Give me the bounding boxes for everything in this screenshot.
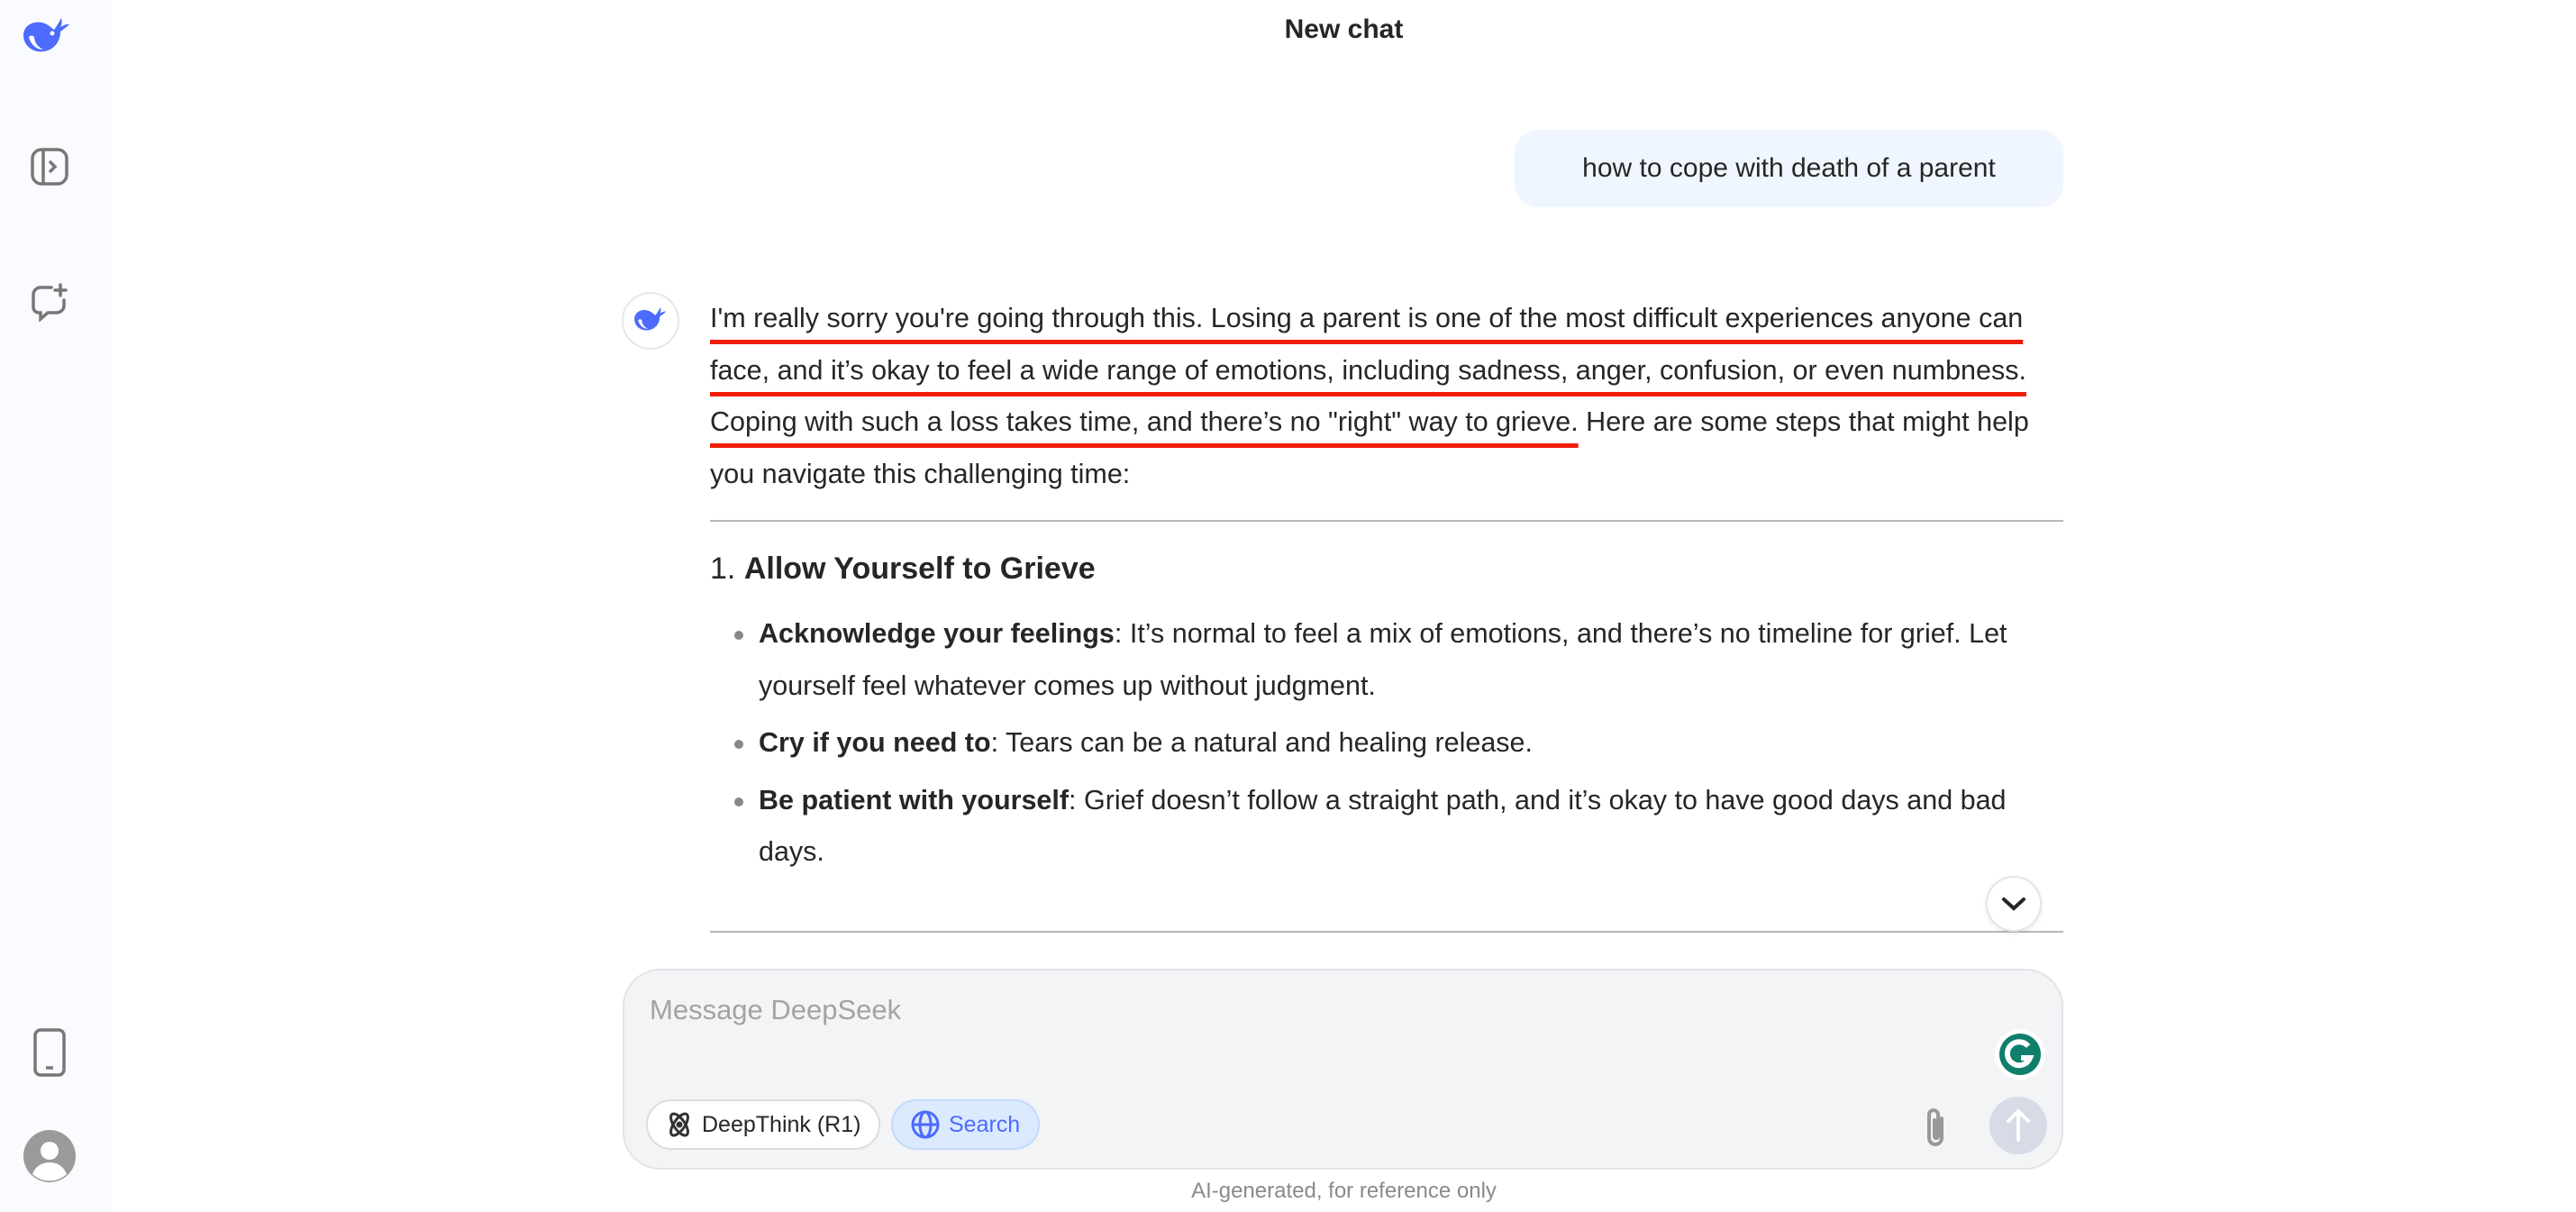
- user-avatar-icon[interactable]: [22, 1128, 77, 1184]
- scroll-to-bottom-button[interactable]: [1986, 876, 2042, 932]
- answer-intro: I'm really sorry you're going through th…: [710, 303, 2029, 489]
- message-input[interactable]: Message DeepSeek: [650, 994, 901, 1026]
- mobile-app-icon[interactable]: [27, 1028, 72, 1077]
- list-item: Be patient with yourself: Grief doesn’t …: [734, 775, 2063, 879]
- atom-icon: [669, 1112, 689, 1137]
- new-chat-icon[interactable]: [27, 279, 72, 324]
- disclaimer: AI-generated, for reference only: [1191, 1179, 1497, 1203]
- divider: [710, 931, 2063, 933]
- section-heading: 1. Allow Yourself to Grieve: [710, 551, 1096, 586]
- send-button[interactable]: [1989, 1097, 2047, 1154]
- list-item: Cry if you need to: Tears can be a natur…: [734, 717, 2063, 770]
- deepseek-logo[interactable]: [18, 13, 76, 63]
- attach-file-button[interactable]: [1922, 1106, 1949, 1155]
- deepthink-button[interactable]: DeepThink (R1): [646, 1099, 881, 1150]
- user-message: how to cope with death of a parent: [1515, 130, 2063, 207]
- chevron-down-icon: [2002, 898, 2025, 911]
- sidebar: [0, 0, 112, 1212]
- search-button[interactable]: Search: [891, 1099, 1041, 1150]
- divider: [710, 520, 2063, 522]
- assistant-answer: I'm really sorry you're going through th…: [710, 293, 2063, 884]
- toggle-sidebar-icon[interactable]: [27, 144, 72, 189]
- assistant-avatar: [622, 292, 679, 350]
- list-item: Acknowledge your feelings: It’s normal t…: [734, 608, 2063, 712]
- arrow-up-icon: [2007, 1108, 2030, 1142]
- paperclip-icon: [1927, 1108, 1943, 1146]
- grammarly-icon[interactable]: [1995, 1029, 2045, 1080]
- message-composer[interactable]: Message DeepSeek DeepThink (R1) Search: [623, 969, 2063, 1170]
- globe-icon: [911, 1110, 940, 1139]
- bullet-list: Acknowledge your feelings: It’s normal t…: [710, 608, 2063, 879]
- page-title: New chat: [1284, 14, 1404, 44]
